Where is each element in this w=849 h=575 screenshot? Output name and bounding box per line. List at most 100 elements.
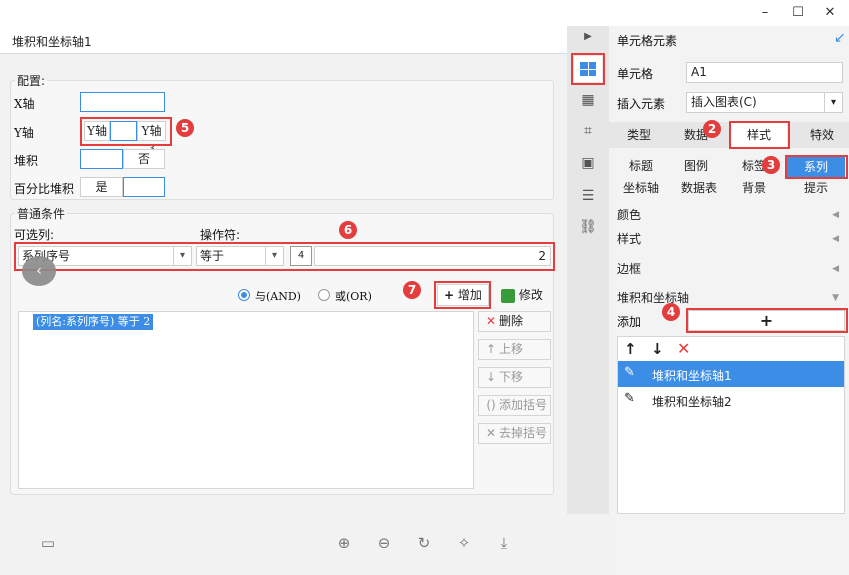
list-item[interactable]: ✎ 堆积和坐标轴1 (618, 361, 844, 387)
modify-icon (501, 288, 515, 303)
expand-icon[interactable]: ↙ (834, 30, 846, 46)
widget-icon[interactable]: ▣ (577, 152, 599, 174)
highlight-box-5 (80, 117, 172, 146)
or-radio[interactable] (318, 289, 330, 301)
section-style[interactable]: 样式 ◀ (609, 227, 849, 251)
remove-bracket-label: 去掉括号 (499, 426, 548, 440)
edit-icon[interactable]: ✎ (624, 365, 635, 380)
refresh-icon[interactable]: ↻ (414, 533, 434, 553)
move-up-icon[interactable]: ↑ (624, 340, 637, 358)
zoom-out-icon[interactable]: ⊖ (374, 533, 394, 553)
subtab-title[interactable]: 标题 (617, 155, 665, 177)
subtab-tooltip[interactable]: 提示 (787, 177, 845, 199)
arrow-down-icon: ↓ (485, 370, 497, 384)
insert-element-select[interactable]: 插入图表(C) ▾ (686, 92, 843, 113)
and-label: 与(AND) (255, 290, 301, 303)
config-legend: 配置: (17, 74, 46, 88)
and-radio[interactable] (238, 289, 250, 301)
y-axis-label: Y轴 (14, 126, 34, 140)
window-titlebar (0, 0, 849, 26)
modify-label: 修改 (518, 288, 543, 302)
stack-label: 堆积 (14, 154, 39, 168)
chevron-down-icon: ▾ (824, 93, 842, 112)
insert-element-label: 插入元素 (617, 97, 666, 111)
move-down-icon[interactable]: ↓ (651, 340, 664, 358)
move-up-button[interactable]: ↑ 上移 (478, 339, 551, 360)
operator-label: 操作符: (200, 228, 241, 242)
annotation-badge-5: 5 (176, 119, 194, 137)
crop-icon[interactable]: ⌗ (577, 120, 599, 142)
section-color[interactable]: 颜色 ◀ (609, 203, 849, 227)
section-border-label: 边框 (617, 262, 642, 276)
cell-attribute-icon[interactable]: ▦ (577, 89, 599, 111)
cell-label: 单元格 (617, 67, 654, 81)
x-axis-option[interactable]: X轴 (80, 92, 165, 112)
stack-yes-button[interactable]: 是 (80, 149, 123, 169)
subtab-background[interactable]: 背景 (730, 177, 778, 199)
condition-list-item[interactable]: (列名:系列序号) 等于 2 (33, 314, 154, 330)
annotation-badge-4: 4 (662, 303, 680, 321)
delete-icon[interactable]: ✕ (677, 339, 690, 358)
zoom-in-icon[interactable]: ⊕ (334, 533, 354, 553)
subtab-axis[interactable]: 坐标轴 (617, 177, 665, 199)
minimize-icon[interactable]: – (755, 4, 775, 22)
annotation-badge-7: 7 (403, 281, 421, 299)
or-label: 或(OR) (335, 290, 372, 303)
condition-legend: 普通条件 (17, 207, 66, 221)
delete-button[interactable]: ✕ 删除 (478, 311, 551, 332)
delete-label: 删除 (499, 314, 524, 328)
annotation-badge-2: 2 (703, 120, 721, 138)
tab-type[interactable]: 类型 (617, 123, 661, 147)
maximize-icon[interactable]: ☐ (788, 4, 808, 22)
layout-icon[interactable]: ▭ (38, 533, 58, 553)
highlight-box-2 (729, 121, 790, 149)
remove-bracket-button[interactable]: ✕ 去掉括号 (478, 423, 551, 444)
move-down-button[interactable]: ↓ 下移 (478, 367, 551, 388)
move-up-label: 上移 (499, 342, 524, 356)
chevron-left-icon: ◀ (832, 234, 839, 244)
list-item-label: 堆积和坐标轴1 (652, 369, 732, 383)
subtab-datatable[interactable]: 数据表 (672, 177, 726, 199)
condition-list[interactable]: (列名:系列序号) 等于 2 (18, 311, 474, 489)
subtab-legend[interactable]: 图例 (672, 155, 720, 177)
chevron-down-icon: ▼ (832, 293, 839, 303)
stack-no-button[interactable]: 否 (123, 149, 165, 169)
list-item[interactable]: ✎ 堆积和坐标轴2 (618, 387, 844, 413)
highlight-box-6 (14, 242, 555, 271)
dialog-title: 堆积和坐标轴1 (0, 26, 567, 54)
highlight-box-3 (785, 155, 848, 179)
bracket-icon: () (486, 398, 496, 412)
arrow-up-icon: ↑ (485, 342, 497, 356)
annotation-badge-6: 6 (339, 221, 357, 239)
close-icon[interactable]: ✕ (820, 4, 840, 22)
edit-icon[interactable]: ✎ (624, 391, 635, 406)
remove-bracket-icon: ✕ (485, 426, 497, 440)
list-item-label: 堆积和坐标轴2 (652, 395, 732, 409)
highlight-box-1 (571, 53, 605, 85)
magic-wand-icon[interactable]: ✧ (454, 533, 474, 553)
optional-column-label: 可选列: (14, 228, 55, 242)
link-icon[interactable]: ⛓ (577, 216, 599, 238)
add-bracket-button[interactable]: () 添加括号 (478, 395, 551, 416)
section-stack-axis[interactable]: 堆积和坐标轴 ▼ (609, 286, 849, 310)
chevron-left-icon: ◀ (832, 210, 839, 220)
tab-effect[interactable]: 特效 (800, 123, 844, 147)
modify-button[interactable]: 修改 (501, 285, 551, 305)
move-down-label: 下移 (499, 370, 524, 384)
cell-input[interactable]: A1 (686, 62, 843, 83)
back-arrow-icon[interactable]: ‹ (22, 256, 56, 286)
server-icon[interactable]: ☰ (577, 185, 599, 207)
section-stack-axis-label: 堆积和坐标轴 (617, 291, 690, 305)
percent-yes-button[interactable]: 是 (80, 177, 123, 197)
panel-title: 单元格元素 (617, 34, 678, 48)
collapse-arrow-icon[interactable]: ▶ (577, 26, 599, 48)
x-axis-label: X轴 (14, 97, 35, 111)
delete-icon: ✕ (485, 314, 497, 328)
highlight-box-4 (686, 308, 848, 333)
highlight-box-7 (434, 281, 491, 309)
insert-element-value: 插入图表(C) (691, 95, 757, 109)
section-border[interactable]: 边框 ◀ (609, 257, 849, 281)
chevron-left-icon: ◀ (832, 264, 839, 274)
download-icon[interactable]: ⤓ (494, 533, 514, 553)
percent-no-button[interactable]: 否 (123, 177, 165, 197)
